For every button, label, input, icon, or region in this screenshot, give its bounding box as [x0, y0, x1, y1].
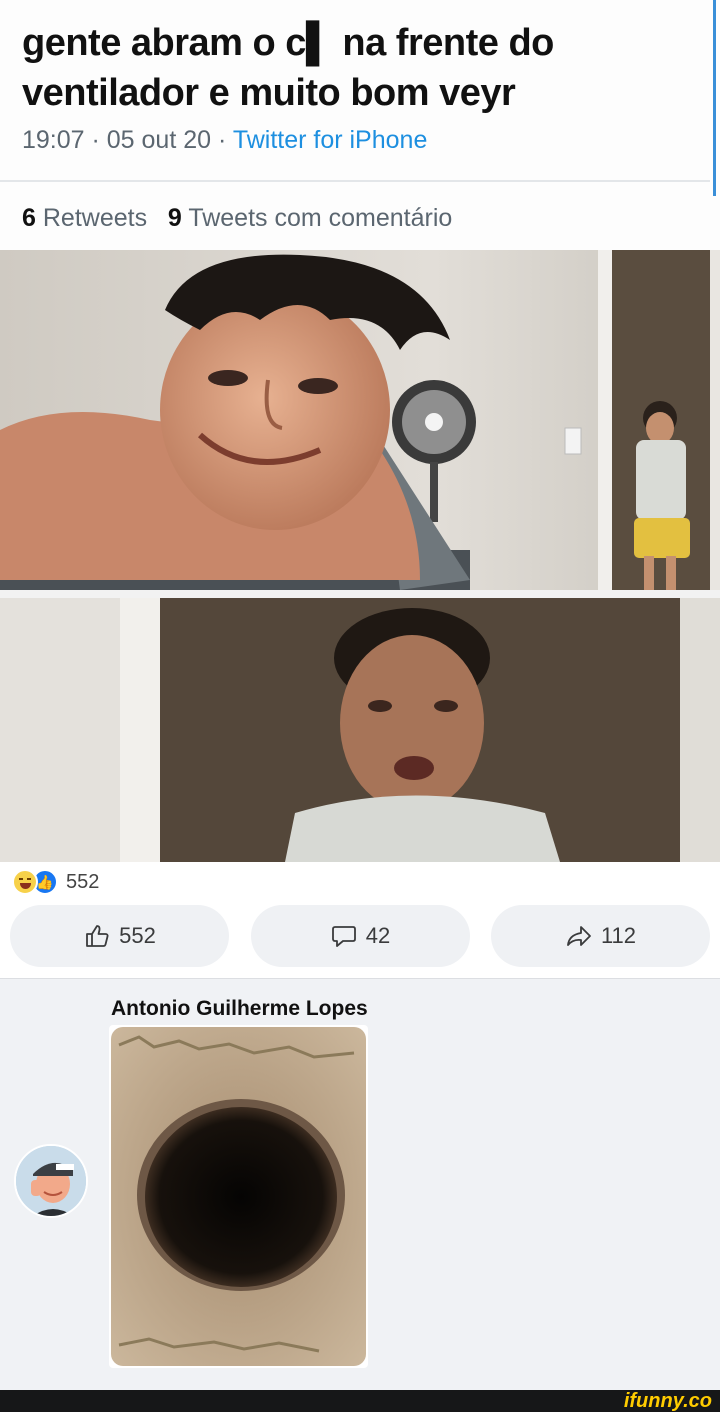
selfie-photo-illustration [0, 250, 720, 590]
tweet-text: gente abram o c▌ na frente do ventilador… [22, 22, 554, 114]
tweet-time: 19:07 · 05 out 20 · [22, 126, 233, 154]
comment-author[interactable]: Antonio Guilherme Lopes [111, 997, 368, 1021]
photo-gap [0, 590, 720, 598]
avatar[interactable] [14, 1144, 88, 1218]
quotes-label: Tweets com comentário [188, 204, 453, 232]
comment-count: 42 [365, 923, 391, 948]
photo-selfie[interactable] [0, 250, 720, 590]
share-button[interactable]: 112 [491, 905, 710, 967]
reaction-summary[interactable]: 👍 552 [12, 868, 99, 896]
ifunny-watermark: ifunny.co [623, 1390, 712, 1412]
tweet-screenshot: gente abram o c▌ na frente do ventilador… [0, 0, 720, 250]
like-button[interactable]: 552 [10, 905, 229, 967]
zoomed-kid-illustration [0, 598, 720, 862]
quotes-count: 9 [167, 204, 182, 232]
divider [0, 180, 710, 182]
like-count: 552 [119, 923, 156, 948]
tweet-stats: 6 Retweets 9 Tweets com comentário [22, 204, 452, 233]
post-actions: 552 42 112 [10, 905, 710, 967]
share-count: 112 [600, 923, 637, 948]
like-icon [86, 925, 109, 947]
comment-button[interactable]: 42 [250, 905, 470, 967]
tweet-source: Twitter for iPhone [232, 126, 428, 154]
retweets-count: 6 [22, 204, 36, 232]
comment-icon [331, 926, 356, 947]
haha-reaction-icon [12, 869, 38, 895]
tweet-meta: 19:07 · 05 out 20 · Twitter for iPhone [22, 126, 427, 155]
scroll-edge [713, 0, 716, 196]
photo-zoomed-kid[interactable] [0, 598, 720, 862]
reaction-count: 552 [66, 870, 100, 893]
comment-section: Antonio Guilherme Lopes [0, 979, 720, 1390]
retweets-label: Retweets [42, 204, 148, 232]
avatar-illustration [16, 1146, 86, 1216]
share-icon [567, 926, 591, 946]
hole-illustration [111, 1027, 366, 1366]
comment-image-hole[interactable] [109, 1025, 368, 1368]
footer-bar: ifunny.co [0, 1390, 720, 1412]
